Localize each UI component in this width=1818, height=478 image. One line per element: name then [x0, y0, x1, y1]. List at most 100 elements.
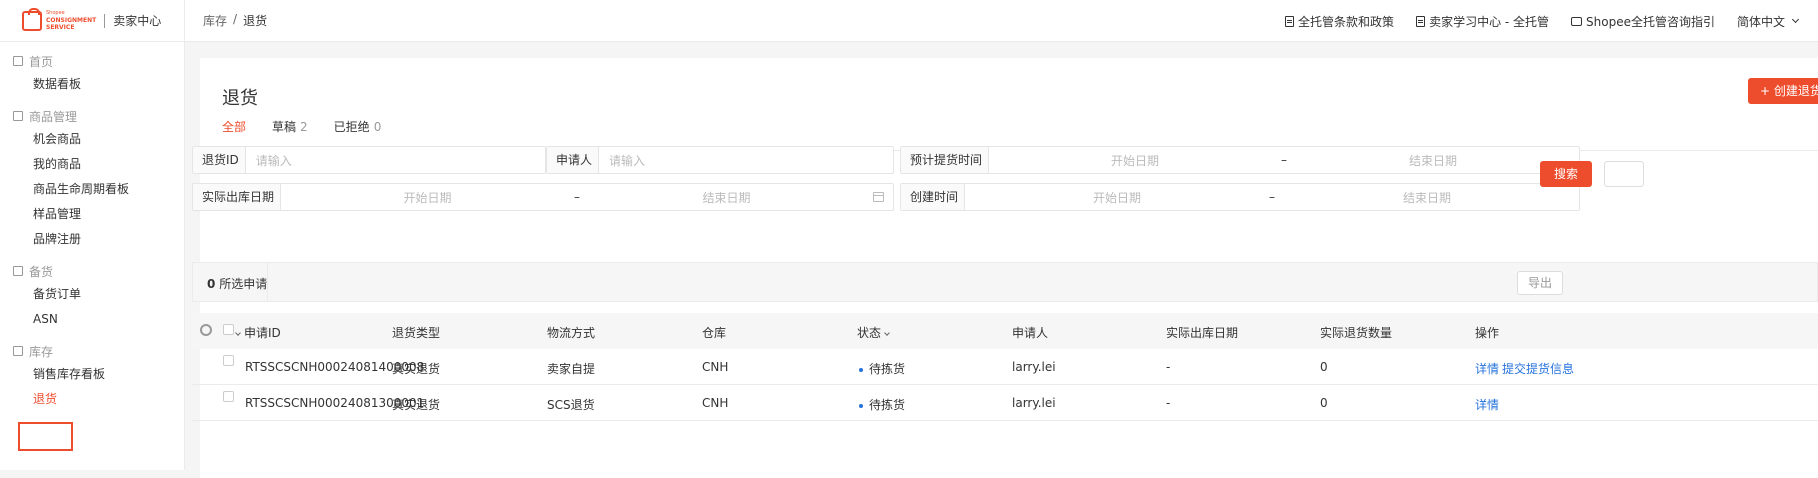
sidebar-group-stocking: 备货: [0, 260, 184, 282]
highlight-box: [18, 422, 73, 451]
breadcrumb-parent[interactable]: 库存: [203, 12, 227, 29]
status-dot: [859, 367, 863, 372]
learning-center-link[interactable]: 卖家学习中心 - 全托管: [1416, 13, 1549, 30]
sidebar-item-stock-orders[interactable]: 备货订单: [0, 282, 184, 307]
sidebar-group-home: 首页: [0, 50, 184, 72]
applicant-filter: 申请人 请输入: [546, 146, 894, 174]
selection-bar: 0 所选申请 导出: [192, 262, 1818, 302]
return-id-input[interactable]: 请输入: [246, 152, 292, 169]
policy-link-label: 全托管条款和政策: [1298, 14, 1395, 29]
column-header-return-qty: 实际退货数量: [1320, 326, 1393, 340]
gear-icon[interactable]: [200, 324, 212, 336]
brand-divider: [104, 13, 106, 28]
select-all-checkbox[interactable]: [223, 324, 234, 335]
column-header-status[interactable]: 状态: [857, 324, 893, 341]
row-checkbox[interactable]: [223, 391, 234, 402]
search-button[interactable]: 搜索: [1540, 161, 1592, 187]
start-date-input[interactable]: 开始日期: [281, 189, 574, 206]
table-row: RTSSCSCNH00024081300001 真实退货 SCS退货 CNH 待…: [192, 385, 1818, 421]
document-icon: [1416, 15, 1426, 27]
expected-pickup-range[interactable]: 开始日期 – 结束日期: [989, 152, 1579, 169]
export-button[interactable]: 导出: [1517, 271, 1563, 295]
end-date-input[interactable]: 结束日期: [1275, 189, 1579, 206]
home-icon: [13, 56, 23, 66]
warehouse-icon: [13, 346, 23, 356]
column-header-type: 退货类型: [392, 326, 441, 340]
sidebar-item-brand-registration[interactable]: 品牌注册: [0, 227, 184, 252]
row-status: 待拣货: [859, 396, 905, 413]
breadcrumb-current: 退货: [243, 14, 268, 28]
page-title: 退货: [222, 88, 258, 109]
column-header-warehouse: 仓库: [702, 326, 727, 340]
details-link[interactable]: 详情: [1475, 396, 1499, 413]
selection-divider: [267, 263, 268, 301]
applicant-label: 申请人: [547, 147, 600, 173]
chevron-down-icon[interactable]: [884, 330, 890, 336]
row-status: 待拣货: [859, 360, 905, 377]
tab-label: 草稿: [272, 120, 297, 134]
policy-link[interactable]: 全托管条款和政策: [1285, 13, 1394, 30]
tab-label: 已拒绝: [333, 120, 370, 134]
tab-count: 0: [373, 120, 382, 134]
end-date-input[interactable]: 结束日期: [580, 189, 873, 206]
row-logistics: 卖家自提: [547, 362, 596, 376]
row-return-qty: 0: [1320, 360, 1328, 374]
column-header-applicant: 申请人: [1012, 326, 1049, 340]
row-logistics: SCS退货: [547, 398, 595, 412]
shopee-bag-icon: [22, 7, 42, 31]
sidebar-item-sales-inventory[interactable]: 销售库存看板: [0, 362, 184, 387]
product-icon: [13, 111, 23, 121]
column-header-actions: 操作: [1475, 326, 1500, 340]
row-type: 真实退货: [392, 398, 441, 412]
created-time-filter: 创建时间 开始日期 – 结束日期: [900, 183, 1580, 211]
tab-label: 全部: [222, 120, 247, 134]
applicant-input[interactable]: 请输入: [599, 152, 645, 169]
actual-outbound-range[interactable]: 开始日期 – 结束日期: [281, 189, 873, 206]
selected-number: 0: [207, 277, 216, 291]
submit-pickup-info-link[interactable]: 提交提货信息: [1502, 360, 1574, 377]
return-id-label: 退货ID: [193, 147, 246, 173]
consult-guide-link[interactable]: Shopee全托管咨询指引: [1571, 13, 1715, 30]
top-header: Shopee CONSIGNMENT SERVICE 卖家中心 库存 / 退货 …: [0, 0, 1818, 42]
sidebar-item-asn[interactable]: ASN: [0, 307, 184, 332]
expected-pickup-label: 预计提货时间: [901, 147, 990, 173]
row-return-qty: 0: [1320, 396, 1328, 410]
language-label: 简体中文: [1736, 14, 1785, 29]
row-outbound-date: -: [1166, 360, 1171, 374]
brand[interactable]: Shopee CONSIGNMENT SERVICE 卖家中心: [0, 0, 185, 42]
column-label: 状态: [857, 326, 882, 340]
column-header-outbound-date: 实际出库日期: [1166, 326, 1239, 340]
tab-count: 2: [300, 120, 308, 134]
create-return-button[interactable]: + 创建退货: [1748, 78, 1818, 104]
language-selector[interactable]: 简体中文: [1736, 13, 1800, 30]
sidebar-group-inventory: 库存: [0, 340, 184, 362]
row-type: 真实退货: [392, 362, 441, 376]
column-header-logistics: 物流方式: [547, 326, 596, 340]
clipboard-icon: [13, 266, 23, 276]
expected-pickup-filter: 预计提货时间 开始日期 – 结束日期: [900, 146, 1580, 174]
chevron-down-icon[interactable]: [235, 330, 241, 336]
sidebar-item-dashboard[interactable]: 数据看板: [0, 72, 184, 97]
sidebar-item-my-products[interactable]: 我的商品: [0, 152, 184, 177]
actual-outbound-label: 实际出库日期: [193, 184, 282, 210]
row-warehouse: CNH: [702, 360, 729, 374]
details-link[interactable]: 详情: [1475, 360, 1499, 377]
logo-line2: SERVICE: [46, 24, 75, 31]
status-dot: [859, 403, 863, 408]
sidebar-item-lifecycle-board[interactable]: 商品生命周期看板: [0, 177, 184, 202]
start-date-input[interactable]: 开始日期: [989, 152, 1281, 169]
breadcrumb: 库存 / 退货: [203, 12, 267, 29]
end-date-input[interactable]: 结束日期: [1287, 152, 1579, 169]
sidebar-item-samples[interactable]: 样品管理: [0, 202, 184, 227]
learning-center-label: 卖家学习中心 - 全托管: [1429, 14, 1550, 29]
chevron-down-icon: [1791, 15, 1800, 24]
calendar-icon[interactable]: [873, 192, 884, 202]
chat-icon: [1571, 16, 1583, 26]
row-checkbox[interactable]: [223, 355, 234, 366]
start-date-input[interactable]: 开始日期: [965, 189, 1269, 206]
table-row: RTSSCSCNH00024081400008 真实退货 卖家自提 CNH 待拣…: [192, 349, 1818, 385]
sidebar-item-returns[interactable]: 退货: [0, 387, 184, 412]
reset-button[interactable]: [1604, 161, 1644, 187]
sidebar-item-opportunity-products[interactable]: 机会商品: [0, 127, 184, 152]
created-time-range[interactable]: 开始日期 – 结束日期: [965, 189, 1579, 206]
